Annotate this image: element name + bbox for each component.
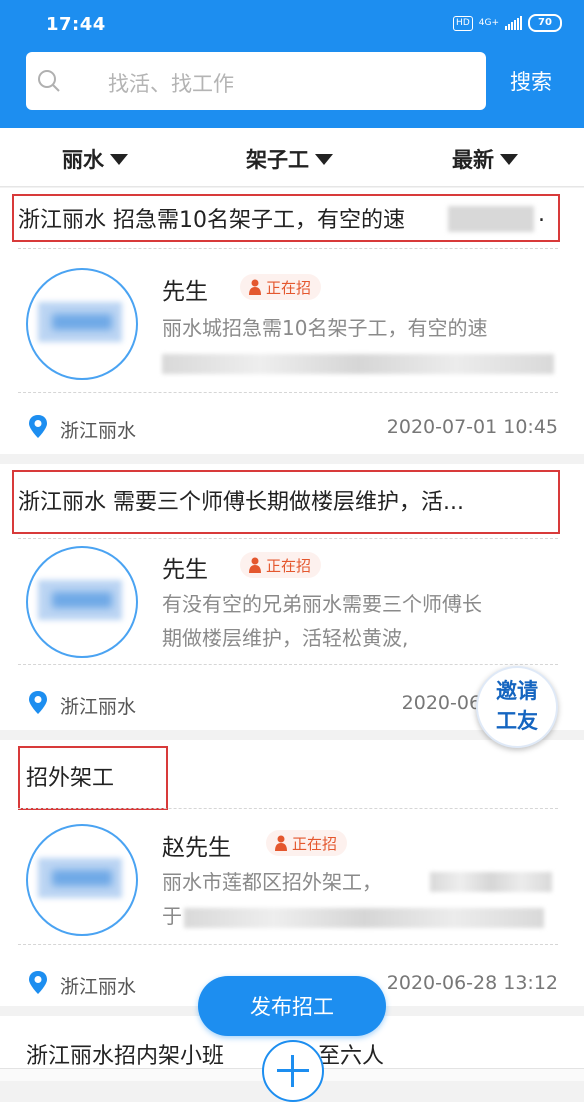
job-card[interactable]: 浙江丽水 招急需10名架子工，有空的速 . 先生 正在招 丽水城招急需10名架子…: [0, 188, 584, 454]
post-job-button[interactable]: 发布招工: [198, 976, 386, 1036]
person-icon: [249, 557, 261, 573]
job-title: 浙江丽水招内架小班: [26, 1044, 225, 1069]
divider: [18, 538, 558, 539]
search-icon: [38, 70, 60, 92]
status-badge: 正在招: [266, 830, 348, 856]
job-description-line2: 于: [162, 904, 182, 928]
blurred-text: [448, 206, 534, 232]
search-placeholder: 找活、找工作: [108, 72, 234, 96]
divider: [18, 248, 558, 249]
filter-region-label: 丽水: [62, 148, 104, 172]
status-badge: 正在招: [240, 552, 322, 578]
job-title-tail: 至六人: [318, 1044, 385, 1069]
status-text: 正在招: [266, 278, 312, 297]
search-button[interactable]: 搜索: [510, 66, 552, 96]
divider: [18, 392, 558, 393]
job-description: 丽水城招急需10名架子工，有空的速: [162, 316, 488, 340]
filter-trade[interactable]: 架子工: [246, 144, 333, 174]
avatar: [26, 546, 138, 658]
signal-icon: [505, 16, 522, 30]
filter-sort-label: 最新: [452, 148, 494, 172]
job-title: 招外架工: [26, 766, 115, 791]
filter-sort[interactable]: 最新: [452, 144, 518, 174]
filter-trade-label: 架子工: [246, 148, 309, 172]
job-description: 有没有空的兄弟丽水需要三个师傅长: [162, 592, 482, 616]
location-pin-icon: [29, 691, 47, 714]
post-datetime: 2020-07-01 10:45: [386, 416, 558, 438]
filter-region[interactable]: 丽水: [62, 144, 128, 174]
divider: [18, 808, 558, 809]
dropdown-arrow-icon: [500, 153, 518, 165]
job-description-line2: 期做楼层维护，活轻松黄波,: [162, 626, 409, 650]
location-pin-icon: [29, 415, 47, 438]
person-icon: [249, 279, 261, 295]
divider: [18, 944, 558, 945]
job-location: 浙江丽水: [60, 420, 137, 442]
dropdown-arrow-icon: [315, 153, 333, 165]
poster-name: 赵先生: [162, 835, 231, 861]
header: 17:44 HD 4G+ 70 找活、找工作 搜索: [0, 0, 584, 128]
battery-icon: 70: [528, 14, 562, 32]
dropdown-arrow-icon: [110, 153, 128, 165]
blurred-text: [162, 354, 554, 374]
avatar: [26, 268, 138, 380]
poster-name: 先生: [162, 279, 208, 305]
hd-icon: HD: [453, 15, 473, 31]
job-title: 浙江丽水 需要三个师傅长期做楼层维护，活...: [18, 490, 464, 515]
status-text: 正在招: [266, 556, 312, 575]
search-input[interactable]: 找活、找工作: [26, 52, 486, 110]
poster-name: 先生: [162, 557, 208, 583]
job-location: 浙江丽水: [60, 976, 137, 998]
job-card[interactable]: 招外架工 赵先生 正在招 丽水市莲都区招外架工， 于 浙江丽水 2020-06-…: [0, 740, 584, 1006]
job-title-suffix: .: [538, 202, 545, 227]
invite-text: 邀请 工友: [478, 676, 556, 736]
status-icons: HD 4G+ 70: [453, 14, 562, 32]
person-icon: [275, 835, 287, 851]
status-bar: 17:44 HD 4G+ 70: [0, 0, 584, 50]
status-badge: 正在招: [240, 274, 322, 300]
invite-line1: 邀请: [496, 678, 538, 703]
invite-friends-button[interactable]: 邀请 工友: [476, 666, 558, 748]
network-type: 4G+: [478, 17, 499, 28]
blurred-text: [430, 872, 552, 892]
status-text: 正在招: [292, 834, 338, 853]
blurred-text: [184, 908, 544, 928]
avatar: [26, 824, 138, 936]
add-icon[interactable]: [262, 1040, 324, 1102]
status-time: 17:44: [46, 14, 106, 35]
post-datetime: 2020-06-28 13:12: [386, 972, 558, 994]
filter-bar: 丽水 架子工 最新: [0, 128, 584, 187]
location-pin-icon: [29, 971, 47, 994]
job-title: 浙江丽水 招急需10名架子工，有空的速: [18, 208, 405, 233]
divider: [18, 664, 558, 665]
invite-line2: 工友: [496, 708, 538, 733]
job-location: 浙江丽水: [60, 696, 137, 718]
